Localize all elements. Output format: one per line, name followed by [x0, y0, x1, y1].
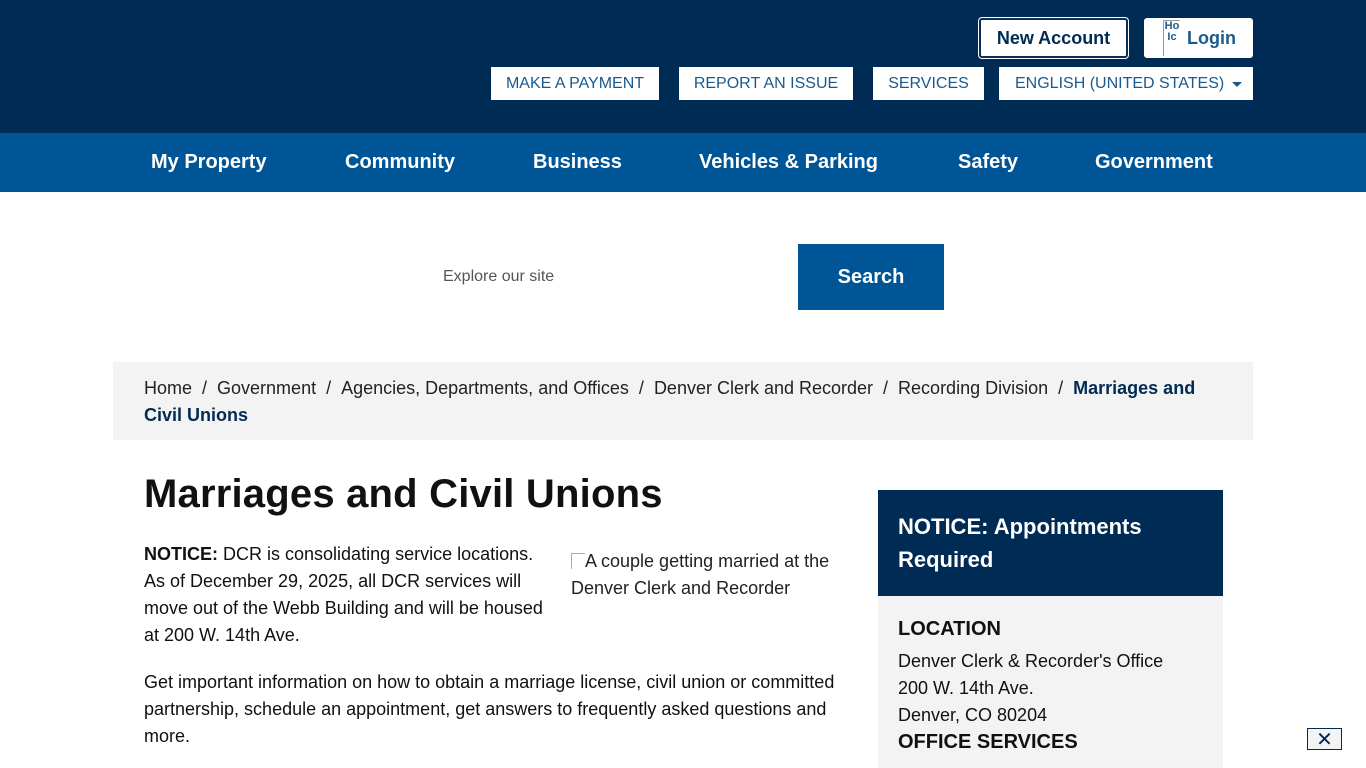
nav-item-vehicles-parking[interactable]: Vehicles & Parking	[699, 133, 878, 192]
breadcrumb: Home / Government / Agencies, Departments, a…	[113, 362, 1253, 440]
site-header: New Account Ho Ic Login MAKE A PAYMENT R…	[0, 0, 1366, 133]
search-input[interactable]	[423, 244, 798, 310]
breadcrumb-separator: /	[883, 378, 889, 398]
office-services-heading: OFFICE SERVICES	[898, 731, 1078, 753]
login-icon: Ho Ic	[1163, 20, 1180, 56]
location-line-3: Denver, CO 80204	[898, 705, 1048, 725]
breadcrumb-separator: /	[202, 378, 208, 398]
chevron-down-icon	[1232, 82, 1242, 87]
language-select[interactable]: ENGLISH (UNITED STATES)	[999, 67, 1253, 100]
breadcrumb-government[interactable]: Government	[217, 378, 316, 398]
nav-item-government[interactable]: Government	[1095, 133, 1213, 192]
breadcrumb-clerk-recorder[interactable]: Denver Clerk and Recorder	[654, 378, 873, 398]
wedding-image-alt: A couple getting married at the Denver C…	[571, 551, 830, 598]
location-heading: LOCATION	[898, 618, 1001, 640]
notice-label: NOTICE:	[144, 544, 218, 564]
notice-paragraph: NOTICE: DCR is consolidating service loc…	[144, 541, 554, 649]
nav-item-community[interactable]: Community	[345, 133, 455, 192]
search-button[interactable]: Search	[798, 244, 944, 310]
report-issue-button[interactable]: REPORT AN ISSUE	[679, 67, 853, 100]
nav-item-safety[interactable]: Safety	[958, 133, 1018, 192]
wedding-image: A couple getting married at the Denver C…	[571, 548, 846, 602]
main-nav: My Property Community Business Vehicles …	[0, 133, 1366, 192]
services-button[interactable]: SERVICES	[873, 67, 984, 100]
make-payment-button[interactable]: MAKE A PAYMENT	[491, 67, 659, 100]
login-label: Login	[1187, 27, 1236, 48]
login-button[interactable]: Ho Ic Login	[1144, 18, 1253, 58]
new-account-button[interactable]: New Account	[978, 17, 1129, 59]
breadcrumb-separator: /	[638, 378, 644, 398]
breadcrumb-home[interactable]: Home	[144, 378, 192, 398]
breadcrumb-separator: /	[1058, 378, 1064, 398]
broken-image-icon	[571, 553, 585, 569]
intro-paragraph: Get important information on how to obta…	[144, 672, 835, 746]
location-address: Denver Clerk & Recorder's Office 200 W. …	[898, 648, 1203, 729]
close-icon[interactable]: ✕	[1307, 728, 1342, 750]
breadcrumb-separator: /	[326, 378, 332, 398]
language-label: ENGLISH (UNITED STATES)	[1015, 74, 1225, 92]
location-line-2: 200 W. 14th Ave.	[898, 678, 1034, 698]
location-line-1: Denver Clerk & Recorder's Office	[898, 651, 1164, 671]
breadcrumb-agencies[interactable]: Agencies, Departments, and Offices	[341, 378, 629, 398]
sidebar-location-panel: LOCATION Denver Clerk & Recorder's Offic…	[878, 596, 1223, 768]
nav-item-business[interactable]: Business	[533, 133, 622, 192]
page-title: Marriages and Civil Unions	[144, 472, 663, 516]
sidebar-notice-heading: NOTICE: Appointments Required	[878, 490, 1223, 596]
breadcrumb-recording-division[interactable]: Recording Division	[898, 378, 1048, 398]
nav-item-my-property[interactable]: My Property	[151, 133, 267, 192]
